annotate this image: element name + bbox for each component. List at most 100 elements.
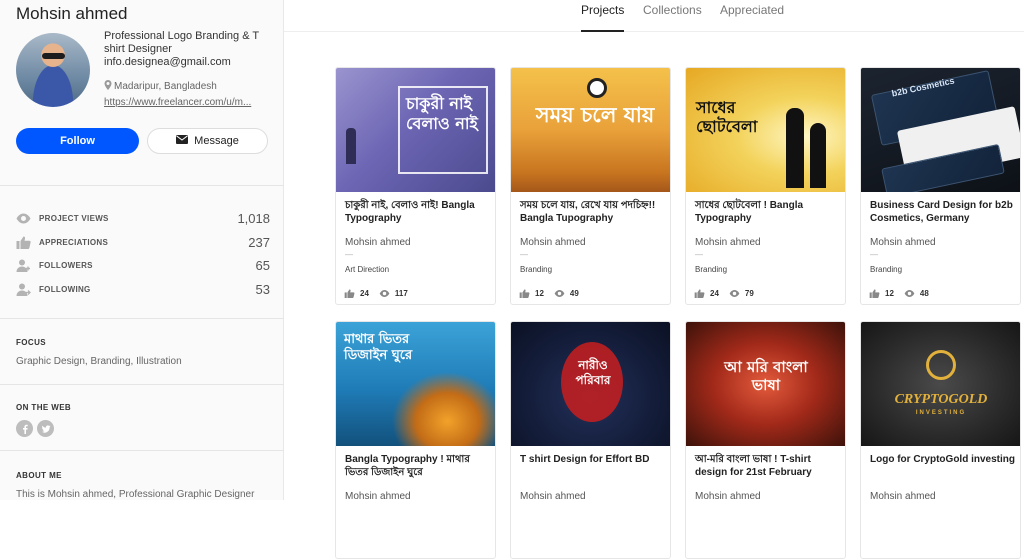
profile-tabs: Projects Collections Appreciated xyxy=(284,0,1024,32)
eye-icon xyxy=(379,290,390,297)
project-card[interactable]: b2b Cosmetics Business Card Design for b… xyxy=(860,67,1021,305)
project-field[interactable]: Branding xyxy=(695,265,727,274)
project-card[interactable]: মাথার ভিতর ডিজাইন ঘুরে Bangla Typography… xyxy=(335,321,496,559)
project-owner[interactable]: Mohsin ahmed xyxy=(870,237,936,248)
followers-icon xyxy=(16,259,31,273)
project-owner[interactable]: Mohsin ahmed xyxy=(345,237,411,248)
envelope-icon xyxy=(176,135,189,147)
project-owner[interactable]: Mohsin ahmed xyxy=(695,237,761,248)
divider xyxy=(0,384,284,385)
tab-projects[interactable]: Projects xyxy=(581,3,625,32)
tab-appreciated[interactable]: Appreciated xyxy=(720,3,784,32)
project-title[interactable]: সাধের ছোটবেলা ! Bangla Typography xyxy=(695,199,840,225)
message-button[interactable]: Message xyxy=(147,128,268,154)
thumbs-up-icon xyxy=(694,289,705,298)
project-thumbnail[interactable]: আ মরি বাংলা ভাষা xyxy=(686,322,845,446)
follow-button[interactable]: Follow xyxy=(16,128,139,154)
stat-appreciations: APPRECIATIONS 237 xyxy=(16,231,270,255)
project-thumbnail[interactable]: নারীও পরিবার xyxy=(511,322,670,446)
project-owner[interactable]: Mohsin ahmed xyxy=(520,491,586,502)
project-title[interactable]: Logo for CryptoGold investing xyxy=(870,453,1015,466)
project-owner[interactable]: Mohsin ahmed xyxy=(520,237,586,248)
project-thumbnail[interactable]: সাধের ছোটবেলা xyxy=(686,68,845,192)
thumb-text: সাধের ছোটবেলা xyxy=(696,98,758,136)
thumb-text: চাকুরী নাই বেলাও নাই xyxy=(406,94,478,133)
thumb-text: CRYPTOGOLD xyxy=(894,392,988,407)
eye-icon xyxy=(904,290,915,297)
social-links xyxy=(16,420,54,437)
project-thumbnail[interactable]: সময় চলে যায় xyxy=(511,68,670,192)
focus-heading: FOCUS xyxy=(16,338,46,347)
project-card[interactable]: সময় চলে যায় সময় চলে যায়, রেখে যায় প… xyxy=(510,67,671,305)
stat-value: 1,018 xyxy=(237,211,270,227)
tab-collections[interactable]: Collections xyxy=(643,3,702,32)
profile-name: Mohsin ahmed xyxy=(16,4,128,23)
project-card[interactable]: সাধের ছোটবেলা সাধের ছোটবেলা ! Bangla Typ… xyxy=(685,67,846,305)
project-owner[interactable]: Mohsin ahmed xyxy=(870,491,936,502)
separator: — xyxy=(870,250,878,259)
project-title[interactable]: আ-মরি বাংলা ভাষা ! T-shirt design for 21… xyxy=(695,453,840,479)
project-title[interactable]: চাকুরী নাই, বেলাও নাই! Bangla Typography xyxy=(345,199,490,225)
profile-sidebar: Mohsin ahmed Professional Logo Branding … xyxy=(0,0,284,500)
message-label: Message xyxy=(194,135,239,147)
following-icon xyxy=(16,283,31,296)
likes-count: 12 xyxy=(535,289,544,298)
project-thumbnail[interactable]: CRYPTOGOLD INVESTING xyxy=(861,322,1020,446)
project-thumbnail[interactable]: b2b Cosmetics xyxy=(861,68,1020,192)
stat-label: APPRECIATIONS xyxy=(39,237,109,247)
avatar[interactable] xyxy=(16,33,90,107)
project-card[interactable]: নারীও পরিবার T shirt Design for Effort B… xyxy=(510,321,671,559)
avatar-glasses xyxy=(42,53,65,59)
project-card[interactable]: CRYPTOGOLD INVESTING Logo for CryptoGold… xyxy=(860,321,1021,559)
project-title[interactable]: সময় চলে যায়, রেখে যায় পদচিহ্ন!! Bangl… xyxy=(520,199,665,225)
divider xyxy=(0,185,284,186)
project-thumbnail[interactable]: মাথার ভিতর ডিজাইন ঘুরে xyxy=(336,322,495,446)
project-card[interactable]: চাকুরী নাই বেলাও নাই চাকুরী নাই, বেলাও ন… xyxy=(335,67,496,305)
stat-followers: FOLLOWERS 65 xyxy=(16,254,270,278)
about-heading: ABOUT ME xyxy=(16,471,62,480)
eye-icon xyxy=(16,212,31,225)
project-title[interactable]: T shirt Design for Effort BD xyxy=(520,453,665,466)
thumb-silhouette xyxy=(810,123,826,188)
separator: — xyxy=(520,250,528,259)
project-title[interactable]: Bangla Typography ! মাথার ভিতর ডিজাইন ঘু… xyxy=(345,453,490,479)
stat-label: PROJECT VIEWS xyxy=(39,214,109,224)
project-thumbnail[interactable]: চাকুরী নাই বেলাও নাই xyxy=(336,68,495,192)
thumb-text: আ মরি বাংলা ভাষা xyxy=(724,358,808,394)
thumb-text: সময় চলে যায় xyxy=(535,102,655,127)
thumb-silhouette xyxy=(786,108,804,188)
likes-count: 24 xyxy=(360,289,369,298)
stat-following: FOLLOWING 53 xyxy=(16,278,270,302)
eye-icon xyxy=(729,290,740,297)
about-text: This is Mohsin ahmed, Professional Graph… xyxy=(16,489,255,500)
project-stats: 12 48 xyxy=(869,289,929,298)
stat-value: 53 xyxy=(255,281,270,297)
stats-list: PROJECT VIEWS 1,018 APPRECIATIONS 237 FO… xyxy=(16,207,270,301)
separator: — xyxy=(345,250,353,259)
website-link[interactable]: https://www.freelancer.com/u/m... xyxy=(104,97,272,108)
location-pin-icon xyxy=(104,80,112,93)
likes-count: 24 xyxy=(710,289,719,298)
focus-text: Graphic Design, Branding, Illustration xyxy=(16,356,182,367)
project-title[interactable]: Business Card Design for b2b Cosmetics, … xyxy=(870,199,1015,225)
project-card[interactable]: আ মরি বাংলা ভাষা আ-মরি বাংলা ভাষা ! T-sh… xyxy=(685,321,846,559)
twitter-icon[interactable] xyxy=(37,420,54,437)
thumb-text: নারীও পরিবার xyxy=(575,358,611,387)
stat-label: FOLLOWERS xyxy=(39,261,93,271)
project-owner[interactable]: Mohsin ahmed xyxy=(695,491,761,502)
stat-label: FOLLOWING xyxy=(39,284,91,294)
separator: — xyxy=(695,250,703,259)
project-stats: 24 117 xyxy=(344,289,408,298)
views-count: 49 xyxy=(569,289,579,298)
project-owner[interactable]: Mohsin ahmed xyxy=(345,491,411,502)
thumbs-up-icon xyxy=(869,289,880,298)
clock-icon xyxy=(587,78,607,98)
project-field[interactable]: Branding xyxy=(520,265,552,274)
views-count: 48 xyxy=(919,289,929,298)
facebook-icon[interactable] xyxy=(16,420,33,437)
views-count: 117 xyxy=(394,289,408,298)
location-text: Madaripur, Bangladesh xyxy=(114,81,217,92)
project-field[interactable]: Branding xyxy=(870,265,902,274)
project-field[interactable]: Art Direction xyxy=(345,265,389,274)
on-the-web-heading: ON THE WEB xyxy=(16,403,72,412)
